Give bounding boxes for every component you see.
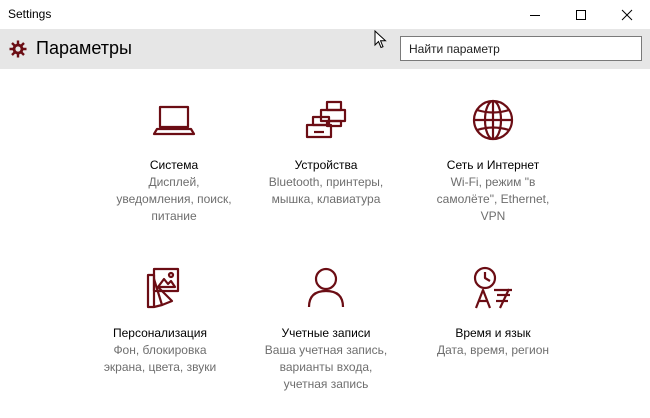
minimize-button[interactable] xyxy=(512,0,558,29)
tile-name: Время и язык xyxy=(455,326,531,340)
tile-devices[interactable]: Устройства Bluetooth, принтеры, мышка, к… xyxy=(241,97,411,208)
page-title: Параметры xyxy=(36,38,132,58)
time-language-icon xyxy=(473,266,512,309)
tile-system[interactable]: Система Дисплей, уведомления, поиск, пит… xyxy=(89,97,259,225)
tile-name: Устройства xyxy=(294,158,358,172)
tile-description: Дисплей, уведомления, поиск, питание xyxy=(116,175,232,223)
gear-icon xyxy=(9,40,27,58)
window-title: Settings xyxy=(8,7,52,21)
search-input[interactable] xyxy=(400,36,642,61)
mouse-cursor-icon xyxy=(374,30,387,49)
tile-name: Персонализация xyxy=(112,326,208,340)
personalization-icon xyxy=(146,267,180,309)
maximize-button[interactable] xyxy=(558,0,604,29)
tile-network[interactable]: Сеть и Интернет Wi-Fi, режим "в самолёте… xyxy=(408,97,578,225)
tile-personalization[interactable]: Персонализация Фон, блокировка экрана, ц… xyxy=(75,265,245,376)
tile-description: Ваша учетная запись, варианты входа, уче… xyxy=(264,343,388,391)
minimize-icon xyxy=(530,14,540,16)
tile-description: Дата, время, регион xyxy=(436,343,550,357)
maximize-icon xyxy=(576,9,586,20)
tile-description: Wi-Fi, режим "в самолёте", Ethernet, VPN xyxy=(436,175,550,223)
close-icon xyxy=(621,9,633,20)
close-button[interactable] xyxy=(604,0,650,29)
tile-accounts[interactable]: Учетные записи Ваша учетная запись, вари… xyxy=(241,265,411,393)
tile-name: Сеть и Интернет xyxy=(446,158,540,172)
tile-description: Bluetooth, принтеры, мышка, клавиатура xyxy=(268,175,384,206)
tile-name: Учетные записи xyxy=(281,326,371,340)
tile-name: Система xyxy=(149,158,199,172)
tile-time-language[interactable]: Время и язык Дата, время, регион xyxy=(408,265,578,359)
tile-description: Фон, блокировка экрана, цвета, звуки xyxy=(103,343,217,374)
person-icon xyxy=(307,267,345,308)
laptop-icon xyxy=(152,105,196,136)
devices-icon xyxy=(305,100,347,139)
globe-icon xyxy=(472,99,514,141)
header-bar: Параметры xyxy=(0,29,650,69)
title-bar: Settings xyxy=(0,0,650,29)
